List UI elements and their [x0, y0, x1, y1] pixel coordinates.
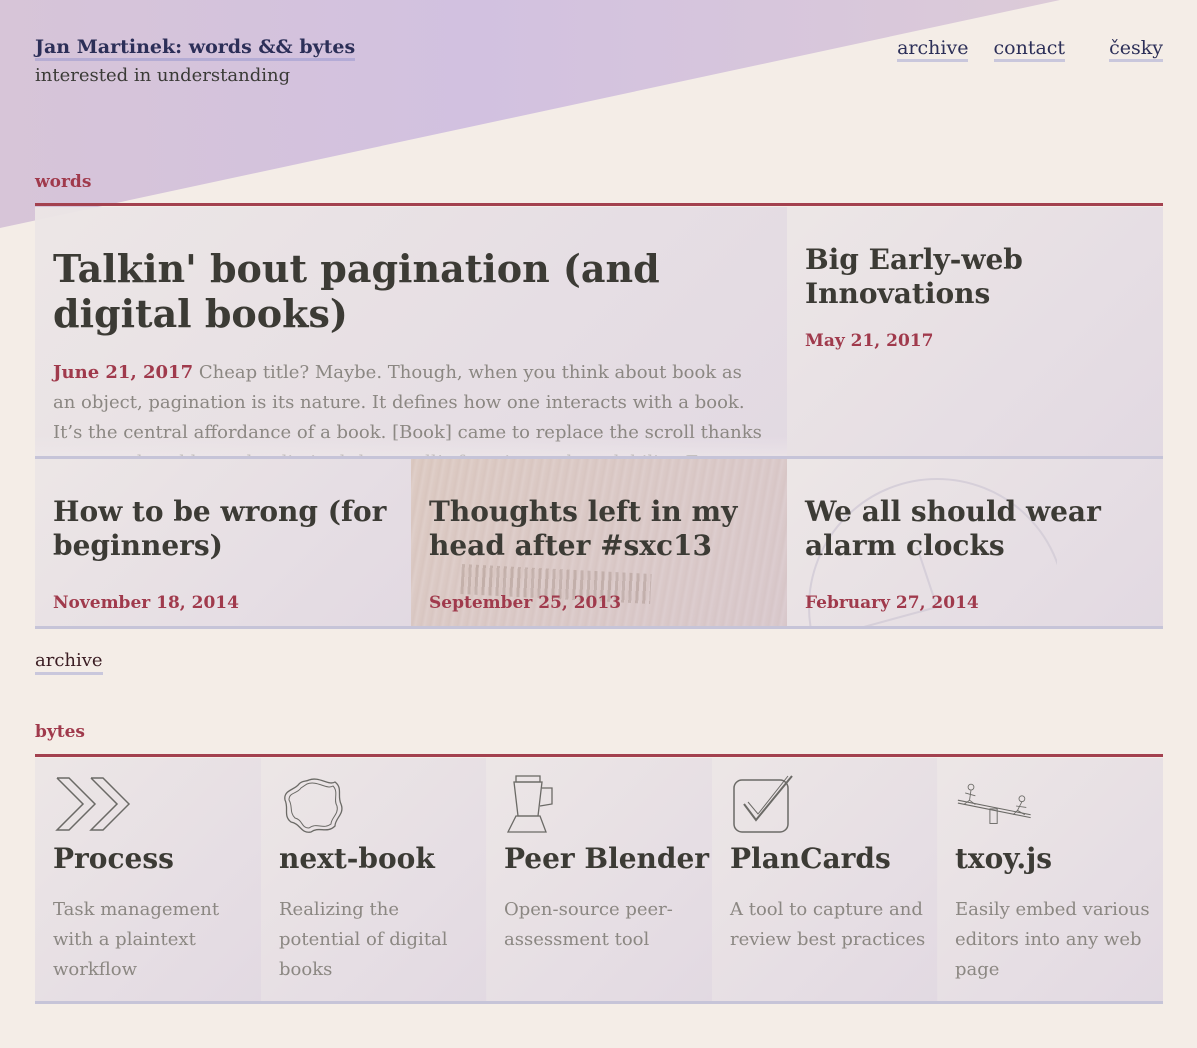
words-section-label: words	[35, 172, 92, 192]
post-card-how-to-be-wrong[interactable]: How to be wrong (for beginners) November…	[35, 459, 411, 629]
post-title[interactable]: We all should wear alarm clocks	[805, 495, 1145, 563]
post-title[interactable]: Thoughts left in my head after #sxc13	[429, 495, 769, 563]
blender-icon	[506, 775, 553, 833]
bytes-section-label: bytes	[35, 722, 86, 742]
nav-archive-link[interactable]: archive	[897, 37, 969, 62]
checkmark-card-icon	[733, 775, 793, 833]
project-card-process[interactable]: Process Task management with a plaintext…	[35, 758, 261, 1004]
project-description: Open-source peer-assessment tool	[504, 899, 673, 950]
post-date: September 25, 2013	[429, 593, 622, 613]
post-title[interactable]: Big Early-web Innovations	[805, 243, 1145, 311]
featured-post-card[interactable]: Talkin' bout pagination (and digital boo…	[35, 207, 787, 459]
project-description: Task management with a plaintext workflo…	[53, 899, 220, 980]
words-section-rule	[35, 203, 1163, 206]
project-card-txoy[interactable]: txoy.js Easily embed various editors int…	[937, 758, 1163, 1004]
project-title[interactable]: Peer Blender	[504, 842, 709, 876]
project-title[interactable]: Process	[53, 842, 174, 876]
site-title-link[interactable]: Jan Martinek: words && bytes	[35, 36, 356, 61]
project-card-peer-blender[interactable]: Peer Blender Open-source peer-assessment…	[486, 758, 712, 1004]
top-navigation: archive contact česky	[897, 37, 1163, 62]
seesaw-icon	[957, 783, 1031, 824]
post-date: November 18, 2014	[53, 593, 239, 613]
nav-contact-link[interactable]: contact	[993, 37, 1066, 62]
nav-language-link[interactable]: česky	[1109, 37, 1163, 62]
project-description: Easily embed various editors into any we…	[955, 899, 1150, 980]
project-title[interactable]: txoy.js	[955, 842, 1052, 876]
scribble-blob-icon	[284, 778, 343, 833]
post-title[interactable]: How to be wrong (for beginners)	[53, 495, 393, 563]
words-archive-link[interactable]: archive	[35, 650, 103, 675]
project-card-plancards[interactable]: PlanCards A tool to capture and review b…	[712, 758, 938, 1004]
post-card-early-web[interactable]: Big Early-web Innovations May 21, 2017	[787, 207, 1163, 459]
featured-post-title[interactable]: Talkin' bout pagination (and digital boo…	[53, 246, 769, 336]
double-chevron-icon	[55, 777, 131, 831]
project-title[interactable]: PlanCards	[730, 842, 891, 876]
project-description: A tool to capture and review best practi…	[730, 899, 926, 950]
bytes-section-rule	[35, 754, 1163, 757]
post-card-sxc13[interactable]: Thoughts left in my head after #sxc13 Se…	[411, 459, 787, 629]
featured-post-date: June 21, 2017	[53, 362, 194, 383]
excerpt-fade	[35, 436, 787, 456]
project-card-next-book[interactable]: next-book Realizing the potential of dig…	[261, 758, 487, 1004]
post-card-alarm-clocks[interactable]: We all should wear alarm clocks February…	[787, 459, 1163, 629]
site-tagline: interested in understanding	[35, 65, 291, 86]
post-date: May 21, 2017	[805, 331, 934, 351]
project-description: Realizing the potential of digital books	[279, 899, 448, 980]
post-date: February 27, 2014	[805, 593, 979, 613]
site-header: Jan Martinek: words && bytes interested …	[35, 36, 356, 86]
project-title[interactable]: next-book	[279, 842, 435, 876]
